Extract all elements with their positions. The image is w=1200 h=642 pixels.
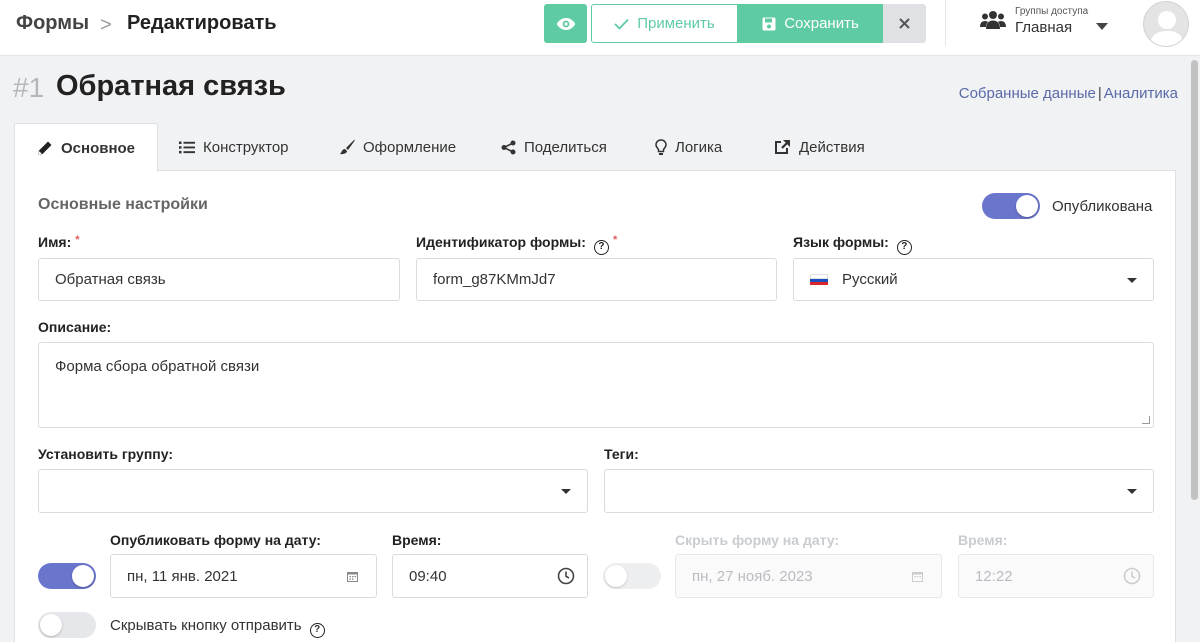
calendar-icon	[912, 572, 923, 582]
hide-time-label: Время:	[958, 532, 1008, 548]
list-icon	[179, 141, 195, 153]
share-icon	[501, 140, 516, 154]
publish-date-input[interactable]: пн, 11 янв. 2021	[110, 554, 377, 598]
form-language-label: Язык формы:?	[793, 234, 912, 255]
hide-date-label: Скрыть форму на дату:	[675, 532, 840, 548]
hide-time-input[interactable]: 12:22	[958, 554, 1154, 598]
save-button[interactable]: Сохранить	[738, 4, 883, 43]
clock-icon	[1123, 567, 1141, 585]
user-silhouette-icon	[1150, 11, 1184, 46]
group-select[interactable]	[38, 469, 588, 513]
users-icon	[980, 11, 1006, 29]
form-number: #1	[13, 72, 45, 103]
help-icon[interactable]: ?	[593, 240, 609, 255]
caret-down-icon	[1127, 489, 1137, 494]
tab-label: Логика	[675, 138, 723, 156]
tab-label: Поделиться	[524, 138, 607, 156]
access-groups-label: Группы доступа	[1015, 6, 1089, 17]
collected-data-link[interactable]: Собранные данные	[959, 85, 1096, 102]
eye-icon	[556, 17, 575, 30]
description-label: Описание:	[38, 319, 112, 335]
scrollbar-thumb[interactable]	[1191, 60, 1198, 500]
resize-handle[interactable]	[1142, 416, 1150, 424]
check-icon	[614, 18, 629, 30]
preview-button[interactable]	[544, 4, 587, 43]
tab-label: Оформление	[363, 138, 457, 156]
brush-icon	[340, 139, 355, 155]
publish-date-label: Опубликовать форму на дату:	[110, 532, 321, 548]
header-links: Собранные данные | Аналитика	[959, 85, 1178, 102]
tab-label: Действия	[799, 138, 865, 156]
form-id-label: Идентификатор формы: ?*	[416, 234, 617, 255]
publish-date-toggle[interactable]	[38, 563, 96, 589]
tab-basic[interactable]: Основное	[14, 123, 159, 172]
publish-time-label: Время:	[392, 532, 442, 548]
name-label: Имя: *	[38, 234, 80, 250]
tab-logic[interactable]: Логика	[655, 123, 722, 171]
set-group-label: Установить группу:	[38, 446, 173, 462]
pencil-icon	[38, 141, 52, 155]
help-icon[interactable]: ?	[896, 240, 912, 255]
avatar[interactable]	[1143, 1, 1189, 47]
external-link-icon	[775, 140, 790, 154]
top-bar: Формы > Редактировать Применить Сохранит…	[0, 0, 1200, 56]
analytics-link[interactable]: Аналитика	[1104, 85, 1178, 102]
form-id-input[interactable]: form_g87KMmJd7	[416, 258, 777, 301]
tab-actions[interactable]: Действия	[774, 123, 865, 171]
links-separator: |	[1097, 85, 1102, 102]
caret-down-icon	[561, 489, 571, 494]
breadcrumb-root[interactable]: Формы	[16, 12, 89, 35]
caret-down-icon[interactable]	[1096, 23, 1108, 30]
save-button-label: Сохранить	[784, 15, 859, 32]
published-toggle[interactable]	[982, 193, 1040, 219]
lightbulb-icon	[655, 138, 667, 155]
required-mark: *	[612, 234, 618, 246]
hide-submit-toggle[interactable]	[38, 612, 96, 638]
tab-design[interactable]: Оформление	[339, 123, 456, 171]
apply-button[interactable]: Применить	[591, 4, 738, 43]
publish-time-input[interactable]: 09:40	[392, 554, 588, 598]
tags-label: Теги:	[604, 446, 639, 462]
tab-share[interactable]: Поделиться	[501, 123, 607, 171]
form-language-select[interactable]: Русский	[793, 258, 1154, 301]
required-mark: *	[75, 234, 80, 246]
caret-down-icon	[1127, 278, 1137, 283]
floppy-icon	[762, 17, 776, 30]
apply-button-label: Применить	[637, 15, 715, 32]
page-title: Обратная связь	[56, 70, 286, 102]
divider	[945, 0, 946, 46]
hide-submit-label: Скрывать кнопку отправить?	[110, 617, 325, 638]
description-textarea[interactable]: Форма сбора обратной связи	[38, 342, 1154, 428]
description-value: Форма сбора обратной связи	[55, 358, 260, 375]
tab-label: Основное	[61, 139, 136, 157]
published-label: Опубликована	[1052, 198, 1153, 215]
name-input[interactable]: Обратная связь	[38, 258, 400, 301]
page-scrollbar[interactable]	[1189, 56, 1200, 642]
close-button[interactable]	[883, 4, 926, 43]
form-language-value: Русский	[842, 271, 898, 288]
breadcrumb-separator: >	[100, 14, 112, 36]
close-icon	[899, 18, 910, 29]
hide-date-input[interactable]: пн, 27 нояб. 2023	[675, 554, 942, 598]
tab-constructor[interactable]: Конструктор	[179, 123, 289, 171]
breadcrumb-current: Редактировать	[127, 12, 277, 34]
calendar-icon	[347, 572, 358, 582]
section-title: Основные настройки	[38, 196, 208, 213]
tab-label: Конструктор	[203, 138, 289, 156]
russia-flag-icon	[810, 273, 828, 286]
access-group-select[interactable]: Главная	[1015, 19, 1072, 36]
tags-select[interactable]	[604, 469, 1154, 513]
hide-date-toggle[interactable]	[603, 563, 661, 589]
clock-icon	[557, 567, 575, 585]
help-icon[interactable]: ?	[309, 623, 325, 638]
